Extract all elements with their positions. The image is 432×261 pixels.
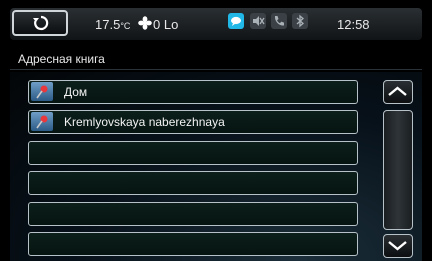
temperature-readout: 17.5°C — [95, 17, 130, 32]
pin-icon — [31, 112, 53, 131]
list-item[interactable]: Kremlyovskaya naberezhnaya — [28, 110, 358, 134]
pin-icon — [31, 82, 53, 101]
list-item[interactable] — [28, 232, 358, 256]
chevron-down-icon — [388, 241, 407, 251]
list-item[interactable]: Дом — [28, 80, 358, 104]
list-item[interactable] — [28, 202, 358, 226]
list-item-label: Kremlyovskaya naberezhnaya — [64, 115, 225, 129]
list-item-label: Дом — [64, 85, 88, 99]
section-title: Адресная книга — [10, 48, 422, 70]
temperature-unit: °C — [120, 21, 131, 31]
scroll-thumb[interactable] — [383, 110, 413, 230]
chevron-up-icon — [388, 86, 407, 96]
back-arrow-icon — [33, 15, 49, 31]
scroll-down-button[interactable] — [383, 234, 413, 258]
mute-icon — [250, 13, 266, 29]
chat-icon[interactable] — [228, 13, 244, 29]
fan-icon — [138, 16, 152, 30]
temperature-value: 17.5 — [95, 17, 121, 32]
back-button[interactable] — [12, 10, 68, 36]
bluetooth-icon — [292, 13, 308, 29]
scroll-up-button[interactable] — [383, 80, 413, 104]
list-item[interactable] — [28, 171, 358, 195]
fan-speed-label: 0 Lo — [153, 17, 179, 32]
list-item[interactable] — [28, 141, 358, 165]
clock: 12:58 — [337, 17, 370, 32]
phone-icon — [271, 13, 287, 29]
